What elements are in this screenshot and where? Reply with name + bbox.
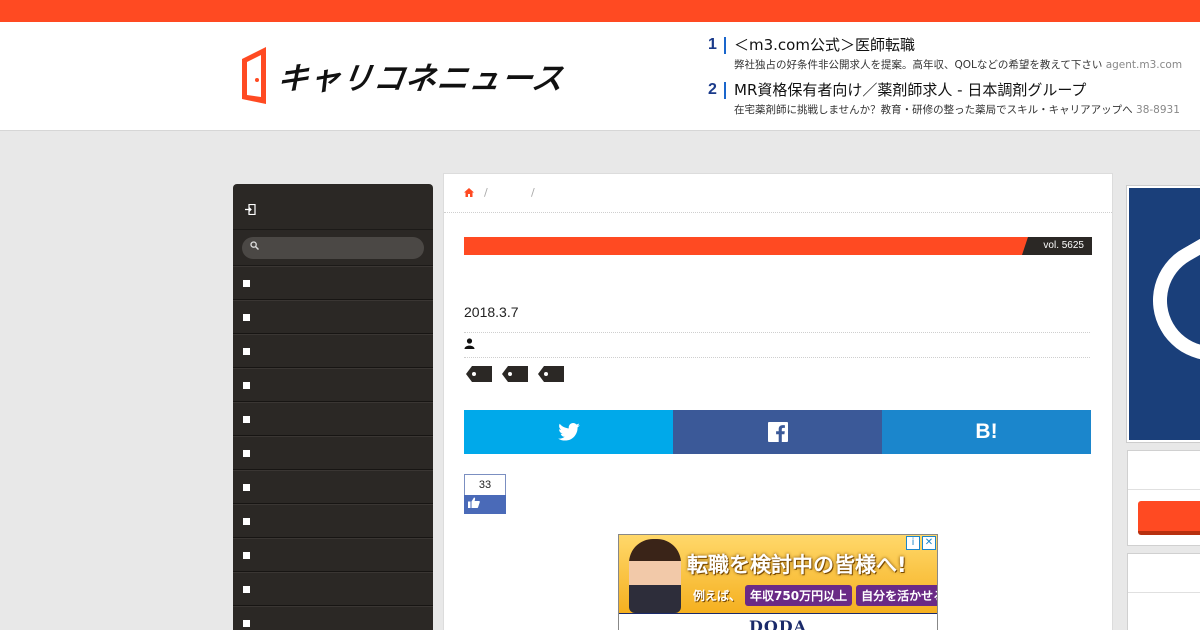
login-link[interactable] <box>233 184 433 230</box>
search-icon <box>250 241 260 253</box>
like-count: 33 <box>464 474 506 495</box>
site-logo[interactable]: キャリコネニュース <box>242 47 566 104</box>
like-button[interactable] <box>464 495 506 514</box>
ad-title[interactable]: MR資格保有者向け／薬剤師求人 - 日本調剤グループ <box>734 79 1086 100</box>
ad-url: 38-8931 <box>1136 104 1180 116</box>
ad-description-text: 弊社独占の好条件非公開求人を提案。高年収、QOLなどの希望を教えて下さい <box>734 59 1103 71</box>
ad-description-text: 在宅薬剤師に挑戦しませんか？教育・研修の整った薬局でスキル・キャリアアップへ <box>734 104 1133 116</box>
tag-icon[interactable] <box>466 366 492 382</box>
ad-divider <box>724 82 726 99</box>
facebook-icon <box>767 422 788 442</box>
ad-number: 1 <box>708 36 717 53</box>
banner-person-image <box>629 539 681 613</box>
sidebar-search <box>233 230 433 266</box>
text-ad[interactable]: 2 MR資格保有者向け／薬剤師求人 - 日本調剤グループ 在宅薬剤師に挑戦しませ… <box>708 79 1200 124</box>
sidebar-item[interactable] <box>233 504 433 538</box>
square-bullet-icon <box>243 620 250 627</box>
divider <box>464 357 1090 358</box>
facebook-share-button[interactable] <box>673 410 882 454</box>
promo-logo-shape <box>1131 233 1200 383</box>
right-widget <box>1127 450 1200 546</box>
square-bullet-icon <box>243 552 250 559</box>
right-widget <box>1127 553 1200 630</box>
display-ad-banner[interactable]: 転職を検討中の皆様へ! 例えば、 年収750万円以上 自分を活かせる職場 DOD… <box>618 534 938 630</box>
tag-icon[interactable] <box>538 366 564 382</box>
banner-title: 転職を検討中の皆様へ! <box>687 553 907 577</box>
right-widget-button[interactable] <box>1138 501 1200 535</box>
site-header: キャリコネニュース 1 ＜m3.com公式＞医師転職 弊社独占の好条件非公開求人… <box>0 22 1200 131</box>
banner-brand: DODA <box>619 613 937 630</box>
twitter-icon <box>557 423 580 441</box>
divider <box>1128 489 1200 490</box>
hatena-bookmark-label: B! <box>975 420 998 443</box>
banner-example: 例えば、 <box>693 589 742 603</box>
square-bullet-icon <box>243 314 250 321</box>
square-bullet-icon <box>243 280 250 287</box>
tag-list <box>466 366 564 382</box>
article-date: 2018.3.7 <box>464 304 519 320</box>
square-bullet-icon <box>243 416 250 423</box>
like-widget[interactable]: 33 <box>464 474 506 514</box>
ad-description: 在宅薬剤師に挑戦しませんか？教育・研修の整った薬局でスキル・キャリアアップへ 3… <box>734 102 1180 117</box>
ad-url: agent.m3.com <box>1105 59 1183 71</box>
ad-number: 2 <box>708 81 717 98</box>
breadcrumb: / / <box>444 174 1112 213</box>
home-icon[interactable] <box>464 188 474 200</box>
sidebar-item[interactable] <box>233 572 433 606</box>
ad-description: 弊社独占の好条件非公開求人を提案。高年収、QOLなどの希望を教えて下さい age… <box>734 57 1182 72</box>
right-promo-image[interactable] <box>1127 186 1200 442</box>
twitter-share-button[interactable] <box>464 410 673 454</box>
door-logo-icon <box>242 47 266 104</box>
ad-controls: i ✕ <box>906 536 936 550</box>
sidebar-item[interactable] <box>233 266 433 300</box>
top-accent-bar <box>0 0 1200 22</box>
sidebar-item[interactable] <box>233 606 433 630</box>
share-buttons: B! <box>464 410 1091 454</box>
thumbs-up-icon <box>468 497 480 508</box>
square-bullet-icon <box>243 348 250 355</box>
tag-icon[interactable] <box>502 366 528 382</box>
square-bullet-icon <box>243 518 250 525</box>
divider <box>1128 592 1200 593</box>
sidebar-item[interactable] <box>233 470 433 504</box>
sidebar-item[interactable] <box>233 436 433 470</box>
ad-divider <box>724 37 726 54</box>
vol-number: vol. 5625 <box>1022 237 1092 255</box>
sidebar-item[interactable] <box>233 402 433 436</box>
ad-close-icon[interactable]: ✕ <box>922 536 936 550</box>
square-bullet-icon <box>243 450 250 457</box>
banner-image: 転職を検討中の皆様へ! 例えば、 年収750万円以上 自分を活かせる職場 <box>619 535 937 613</box>
sidebar-item[interactable] <box>233 538 433 572</box>
banner-pill: 自分を活かせる職場 <box>856 585 937 606</box>
breadcrumb-separator: / <box>531 186 535 199</box>
square-bullet-icon <box>243 586 250 593</box>
divider <box>464 332 1090 333</box>
sidebar-item[interactable] <box>233 368 433 402</box>
login-icon <box>245 203 256 218</box>
sidebar-nav <box>233 184 433 630</box>
user-icon <box>464 338 475 352</box>
article-main: / / vol. 5625 2018.3.7 B! 33 転職を検討中の皆様へ!… <box>443 173 1113 630</box>
sidebar-item[interactable] <box>233 334 433 368</box>
square-bullet-icon <box>243 382 250 389</box>
square-bullet-icon <box>243 484 250 491</box>
text-ad[interactable]: 1 ＜m3.com公式＞医師転職 弊社独占の好条件非公開求人を提案。高年収、QO… <box>708 34 1200 79</box>
breadcrumb-separator: / <box>484 186 488 199</box>
article-vol-bar: vol. 5625 <box>464 237 1092 255</box>
site-logo-text: キャリコネニュース <box>274 61 567 97</box>
ad-title[interactable]: ＜m3.com公式＞医師転職 <box>734 34 915 55</box>
search-input[interactable] <box>242 237 424 259</box>
banner-pill: 年収750万円以上 <box>745 585 853 606</box>
text-ads: 1 ＜m3.com公式＞医師転職 弊社独占の好条件非公開求人を提案。高年収、QO… <box>708 34 1200 124</box>
hatena-bookmark-button[interactable]: B! <box>882 410 1091 454</box>
banner-subtext: 例えば、 年収750万円以上 自分を活かせる職場 <box>693 585 937 606</box>
sidebar-item[interactable] <box>233 300 433 334</box>
adchoices-info-icon[interactable]: i <box>906 536 920 550</box>
